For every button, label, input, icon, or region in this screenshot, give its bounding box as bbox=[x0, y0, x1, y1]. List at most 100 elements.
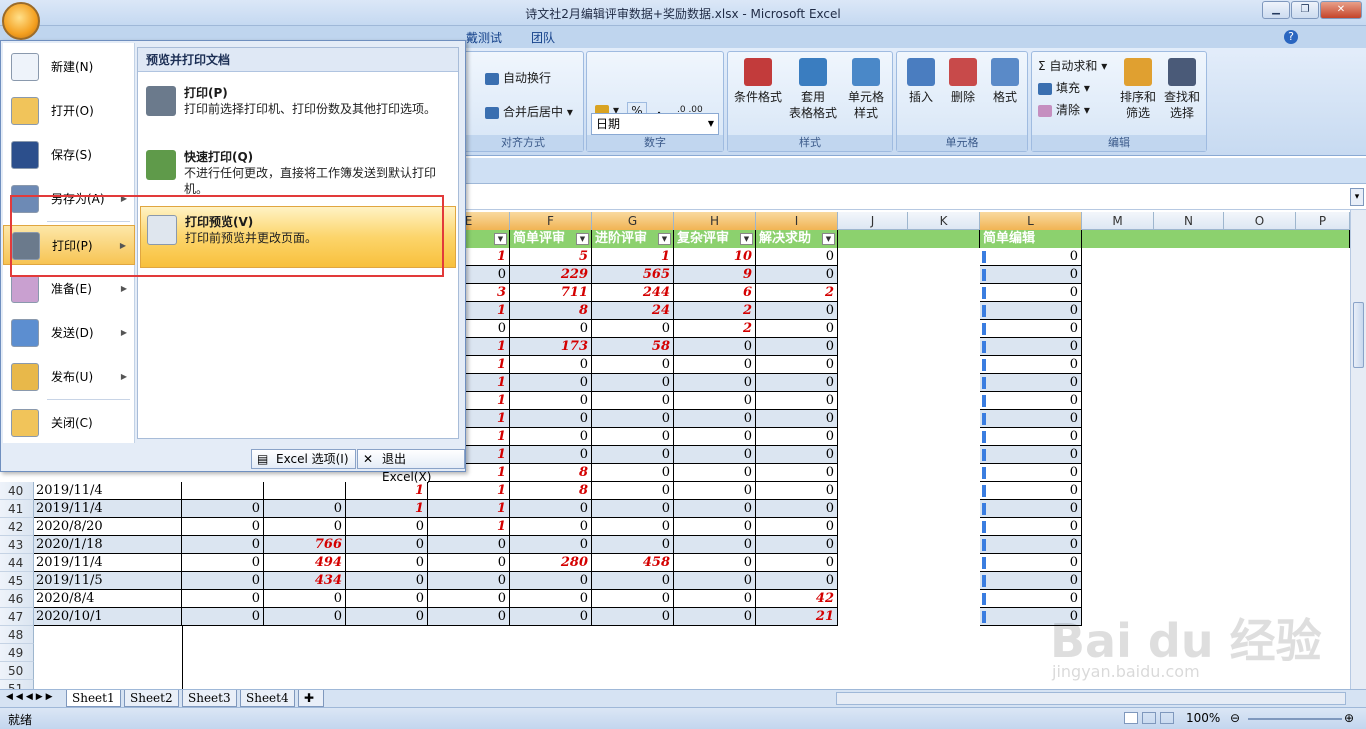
cell-l[interactable]: 0 bbox=[980, 464, 1082, 482]
cell-b[interactable]: 0 bbox=[182, 536, 264, 554]
cell-i[interactable]: 0 bbox=[756, 518, 838, 536]
cell-date[interactable]: 2019/11/4 bbox=[34, 554, 182, 572]
row-header[interactable]: 40 bbox=[0, 482, 34, 500]
cell-g[interactable]: 244 bbox=[592, 284, 674, 302]
cell-f[interactable]: 0 bbox=[510, 608, 592, 626]
cell-f[interactable]: 0 bbox=[510, 446, 592, 464]
cell-i[interactable]: 0 bbox=[756, 446, 838, 464]
conditional-format-button[interactable]: 条件格式 bbox=[732, 58, 784, 105]
row-header[interactable]: 42 bbox=[0, 518, 34, 536]
menu-item-new[interactable]: 新建(N) bbox=[3, 47, 135, 87]
filter-dropdown-icon[interactable]: ▼ bbox=[658, 233, 671, 245]
cell-g[interactable]: 1 bbox=[592, 248, 674, 266]
column-header-n[interactable]: N bbox=[1154, 212, 1224, 230]
cell-i[interactable]: 0 bbox=[756, 266, 838, 284]
autosum-button[interactable]: Σ 自动求和 ▾ bbox=[1038, 58, 1107, 74]
cell-i[interactable]: 0 bbox=[756, 374, 838, 392]
zoom-in-icon[interactable]: ⊕ bbox=[1344, 711, 1354, 725]
sort-filter-button[interactable]: 排序和 筛选 bbox=[1118, 58, 1158, 121]
cell-l[interactable]: 0 bbox=[980, 302, 1082, 320]
cell-date[interactable]: 2020/8/20 bbox=[34, 518, 182, 536]
cell-h[interactable]: 0 bbox=[674, 518, 756, 536]
cell-b[interactable]: 0 bbox=[182, 500, 264, 518]
print-preview-option[interactable]: 打印预览(V) 打印前预览并更改页面。 bbox=[140, 206, 456, 268]
insert-sheet-icon[interactable]: ✚ bbox=[298, 690, 324, 707]
cell-date[interactable]: 2019/11/4 bbox=[34, 500, 182, 518]
cell-l[interactable]: 0 bbox=[980, 446, 1082, 464]
cell-e[interactable]: 0 bbox=[428, 590, 510, 608]
row-header[interactable]: 51 bbox=[0, 680, 34, 689]
tab-team[interactable]: 团队 bbox=[531, 29, 555, 46]
page-layout-icon[interactable] bbox=[1142, 712, 1156, 724]
column-header-f[interactable]: F bbox=[510, 212, 592, 230]
menu-item-publish[interactable]: 发布(U) ▶ bbox=[3, 357, 135, 397]
cell-i[interactable]: 0 bbox=[756, 392, 838, 410]
cell-g[interactable]: 0 bbox=[592, 590, 674, 608]
cell-l[interactable]: 0 bbox=[980, 554, 1082, 572]
cell-date[interactable]: 2020/8/4 bbox=[34, 590, 182, 608]
cell-g[interactable]: 0 bbox=[592, 374, 674, 392]
column-header-p[interactable]: P bbox=[1296, 212, 1350, 230]
cell-l[interactable]: 0 bbox=[980, 500, 1082, 518]
expand-formula-icon[interactable]: ▾ bbox=[1350, 188, 1364, 206]
cell-g[interactable]: 0 bbox=[592, 608, 674, 626]
cell-h[interactable]: 0 bbox=[674, 446, 756, 464]
cell-c[interactable]: 0 bbox=[264, 590, 346, 608]
cell-h[interactable]: 0 bbox=[674, 374, 756, 392]
cell-g[interactable]: 0 bbox=[592, 536, 674, 554]
vertical-scrollbar[interactable] bbox=[1350, 210, 1366, 689]
cell-g[interactable]: 0 bbox=[592, 518, 674, 536]
cell-date[interactable]: 2019/11/4 bbox=[34, 482, 182, 500]
cell-h[interactable]: 0 bbox=[674, 410, 756, 428]
cell-f[interactable]: 0 bbox=[510, 590, 592, 608]
cell-g[interactable]: 0 bbox=[592, 392, 674, 410]
cell-e[interactable]: 0 bbox=[428, 608, 510, 626]
cell-f[interactable]: 229 bbox=[510, 266, 592, 284]
print-option[interactable]: 打印(P) 打印前选择打印机、打印份数及其他打印选项。 bbox=[140, 78, 456, 140]
cell-b[interactable]: 0 bbox=[182, 608, 264, 626]
cell-i[interactable]: 0 bbox=[756, 428, 838, 446]
cell-i[interactable]: 0 bbox=[756, 536, 838, 554]
cell-d[interactable]: 0 bbox=[346, 590, 428, 608]
format-button[interactable]: 格式 bbox=[985, 58, 1025, 105]
row-header[interactable]: 43 bbox=[0, 536, 34, 554]
filter-dropdown-icon[interactable]: ▼ bbox=[494, 233, 507, 245]
cell-date[interactable]: 2020/1/18 bbox=[34, 536, 182, 554]
cell-l[interactable]: 0 bbox=[980, 482, 1082, 500]
cell-h[interactable]: 2 bbox=[674, 320, 756, 338]
cell-i[interactable]: 0 bbox=[756, 500, 838, 518]
cell-l[interactable]: 0 bbox=[980, 320, 1082, 338]
menu-item-send[interactable]: 发送(D) ▶ bbox=[3, 313, 135, 353]
maximize-button[interactable]: ❐ bbox=[1291, 1, 1319, 19]
cell-h[interactable]: 2 bbox=[674, 302, 756, 320]
cell-f[interactable]: 0 bbox=[510, 536, 592, 554]
cell-f[interactable]: 0 bbox=[510, 500, 592, 518]
column-header-i[interactable]: I bbox=[756, 212, 838, 230]
minimize-button[interactable]: ▁ bbox=[1262, 1, 1290, 19]
cell-e[interactable]: 1 bbox=[428, 482, 510, 500]
cell-d[interactable]: 1 bbox=[346, 500, 428, 518]
column-header-g[interactable]: G bbox=[592, 212, 674, 230]
filter-header-f[interactable]: 简单评审 ▼ bbox=[510, 230, 592, 248]
excel-options-button[interactable]: ▤ Excel 选项(I) bbox=[251, 449, 356, 469]
quick-print-option[interactable]: 快速打印(Q) 不进行任何更改，直接将工作簿发送到默认打印机。 bbox=[140, 142, 456, 204]
row-header[interactable]: 44 bbox=[0, 554, 34, 572]
sheet-tab-2[interactable]: Sheet2 bbox=[124, 690, 179, 707]
cell-g[interactable]: 24 bbox=[592, 302, 674, 320]
zoom-out-icon[interactable]: ⊖ bbox=[1230, 711, 1240, 725]
cell-g[interactable]: 0 bbox=[592, 572, 674, 590]
cell-i[interactable]: 21 bbox=[756, 608, 838, 626]
filter-header-i[interactable]: 解决求助 ▼ bbox=[756, 230, 838, 248]
sheet-tab-1[interactable]: Sheet1 bbox=[66, 690, 121, 707]
cell-i[interactable]: 0 bbox=[756, 356, 838, 374]
row-header[interactable]: 48 bbox=[0, 626, 34, 644]
cell-l[interactable]: 0 bbox=[980, 266, 1082, 284]
cell-l[interactable]: 0 bbox=[980, 428, 1082, 446]
cell-b[interactable] bbox=[182, 482, 264, 500]
cell-i[interactable]: 0 bbox=[756, 302, 838, 320]
cell-c[interactable]: 434 bbox=[264, 572, 346, 590]
filter-header-l[interactable]: 简单编辑 bbox=[980, 230, 1082, 248]
cell-f[interactable]: 0 bbox=[510, 428, 592, 446]
filter-dropdown-icon[interactable]: ▼ bbox=[576, 233, 589, 245]
cell-g[interactable]: 0 bbox=[592, 320, 674, 338]
